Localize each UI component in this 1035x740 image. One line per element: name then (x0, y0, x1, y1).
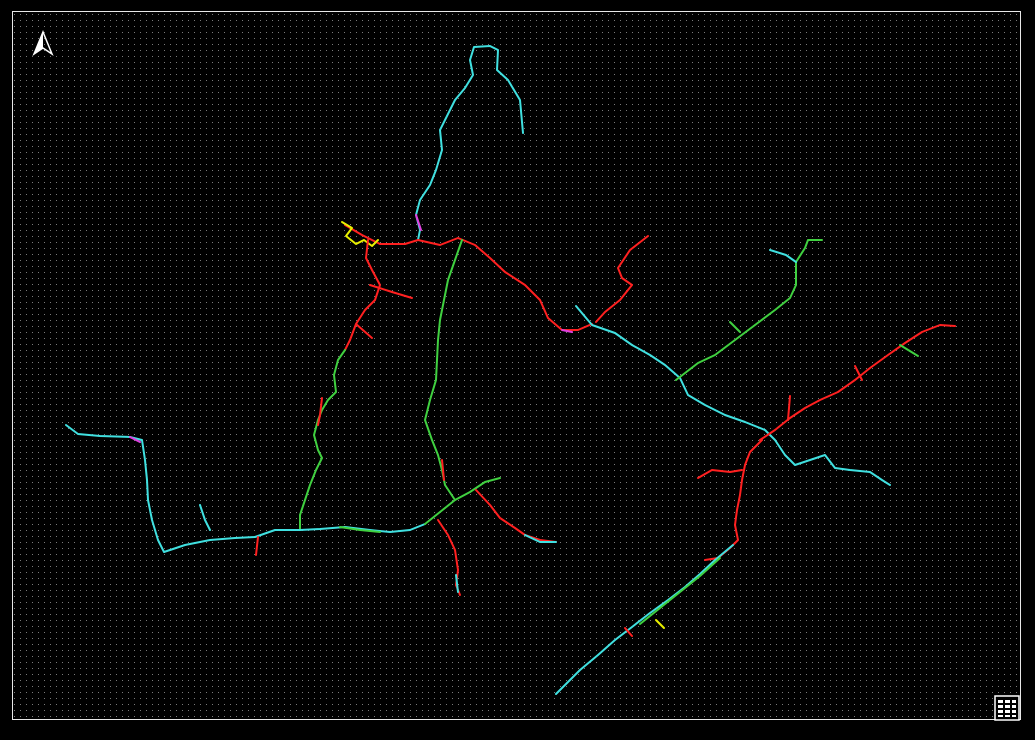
north-arrow-icon (32, 30, 54, 56)
legend-grid-icon[interactable] (994, 695, 1020, 721)
cad-map-viewport[interactable] (0, 0, 1035, 736)
drawing-frame (12, 11, 1021, 720)
